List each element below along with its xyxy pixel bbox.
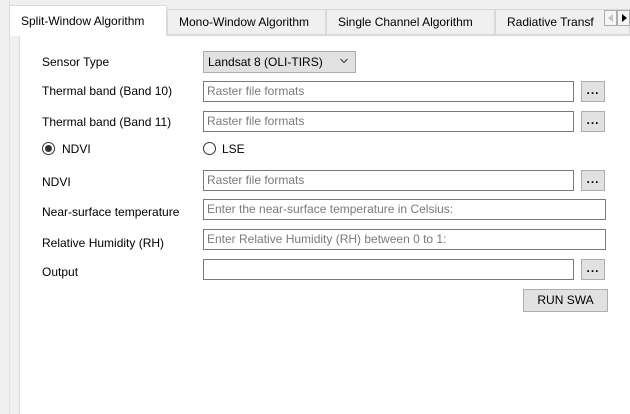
tab-label: Mono-Window Algorithm — [179, 15, 310, 29]
left-window-edge — [0, 0, 10, 414]
ndvi-label: NDVI — [42, 175, 71, 189]
run-swa-button[interactable]: RUN SWA — [523, 289, 608, 312]
tab-split-window[interactable]: Split-Window Algorithm — [9, 5, 167, 36]
radio-lse[interactable] — [203, 142, 216, 155]
arrow-right-icon — [622, 14, 627, 22]
tab-mono-window[interactable]: Mono-Window Algorithm — [167, 9, 326, 35]
radio-ndvi-label[interactable]: NDVI — [62, 142, 91, 156]
tab-bar: Split-Window Algorithm Mono-Window Algor… — [9, 0, 630, 36]
radio-selected-dot — [45, 145, 52, 152]
chevron-down-icon — [340, 58, 348, 64]
relative-humidity-label: Relative Humidity (RH) — [42, 236, 165, 250]
arrow-left-icon — [608, 14, 613, 22]
sensor-type-select[interactable]: Landsat 8 (OLI-TIRS) — [203, 51, 356, 73]
band11-browse-button[interactable]: ... — [581, 111, 605, 132]
sensor-type-value: Landsat 8 (OLI-TIRS) — [208, 55, 323, 69]
band10-label: Thermal band (Band 10) — [42, 84, 173, 98]
band11-input[interactable]: Raster file formats — [203, 111, 574, 132]
split-window-panel: Sensor Type Landsat 8 (OLI-TIRS) Thermal… — [19, 35, 630, 414]
tab-scroll-right-button[interactable] — [617, 10, 630, 26]
near-surface-temperature-input[interactable]: Enter the near-surface temperature in Ce… — [203, 199, 606, 220]
tab-label: Split-Window Algorithm — [21, 14, 145, 28]
band11-label: Thermal band (Band 11) — [42, 115, 172, 129]
output-input[interactable] — [203, 259, 574, 280]
output-label: Output — [42, 265, 79, 279]
tab-scroll-buttons — [604, 10, 630, 26]
output-browse-button[interactable]: ... — [581, 259, 605, 280]
band10-browse-button[interactable]: ... — [581, 81, 605, 102]
sensor-type-label: Sensor Type — [42, 55, 110, 69]
ndvi-browse-button[interactable]: ... — [581, 170, 605, 191]
near-surface-temperature-label: Near-surface temperature — [42, 205, 180, 219]
tab-label: Single Channel Algorithm — [338, 15, 473, 29]
band10-input[interactable]: Raster file formats — [203, 81, 574, 102]
ndvi-input[interactable]: Raster file formats — [203, 170, 574, 191]
radio-lse-label[interactable]: LSE — [222, 142, 245, 156]
tab-single-channel[interactable]: Single Channel Algorithm — [326, 9, 495, 35]
radio-ndvi[interactable] — [42, 142, 55, 155]
tab-scroll-left-button[interactable] — [604, 10, 617, 26]
relative-humidity-input[interactable]: Enter Relative Humidity (RH) between 0 t… — [203, 229, 606, 250]
